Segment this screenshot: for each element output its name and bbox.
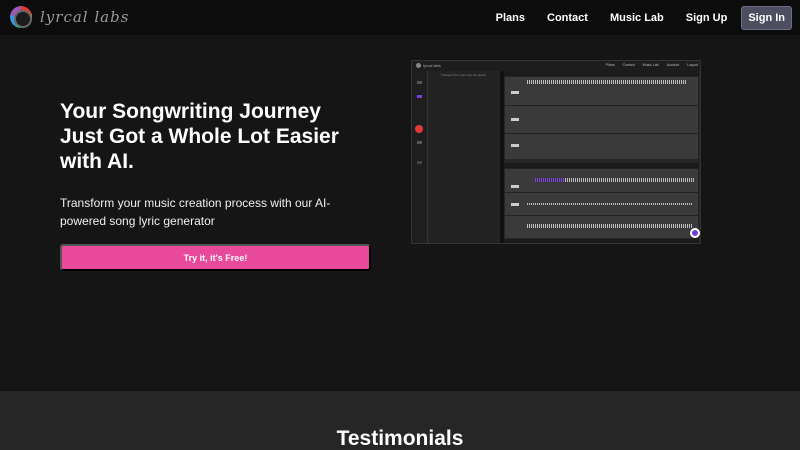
preview-logo-icon [416, 63, 421, 68]
try-free-button[interactable]: Try it, it's Free! [60, 244, 371, 271]
preview-track [505, 168, 698, 192]
preview-footer [504, 239, 699, 243]
preview-waveform-selected [535, 178, 565, 182]
nav-link-music-lab[interactable]: Music Lab [610, 12, 664, 24]
preview-lyrics-panel: Transport the lyrics into the doctor [429, 71, 501, 243]
top-navbar: lyrcal labs Plans Contact Music Lab Sign… [0, 0, 800, 35]
preview-nav-item: Plans [605, 63, 615, 67]
preview-waveform [527, 224, 692, 228]
preview-brand: lyrcal labs [423, 63, 441, 68]
preview-track [505, 76, 698, 105]
preview-track-area [504, 71, 699, 243]
preview-sidebar-icon [417, 161, 422, 164]
preview-track-controls-icon [511, 91, 519, 94]
preview-waveform [527, 80, 687, 84]
preview-track [505, 192, 698, 215]
preview-nav: Plans Contact Music Lab Account Logout [598, 63, 698, 67]
preview-track-controls-icon [511, 144, 519, 147]
nav-link-plans[interactable]: Plans [496, 12, 525, 24]
preview-topbar: lyrcal labs Plans Contact Music Lab Acco… [412, 61, 700, 71]
hero-subtitle: Transform your music creation process wi… [60, 196, 331, 228]
hero-title: Your Songwriting Journey Just Got a Whol… [60, 100, 339, 173]
preview-fab-icon [690, 228, 700, 238]
logo-text: lyrcal labs [40, 8, 130, 26]
nav-links: Plans Contact Music Lab Sign Up Sign In [474, 0, 792, 35]
preview-track-controls-icon [511, 118, 519, 121]
preview-nav-item: Music Lab [642, 63, 659, 67]
preview-nav-item: Logout [687, 63, 698, 67]
preview-track [505, 133, 698, 159]
preview-track-controls-icon [511, 185, 519, 188]
logo[interactable]: lyrcal labs [10, 6, 129, 28]
preview-sidebar-icon [417, 81, 422, 84]
preview-nav-item: Contact [622, 63, 635, 67]
app-preview-screenshot: lyrcal labs Plans Contact Music Lab Acco… [411, 60, 701, 244]
nav-link-sign-up[interactable]: Sign Up [686, 12, 728, 24]
preview-track-controls-icon [511, 203, 519, 206]
sign-in-button[interactable]: Sign In [741, 5, 792, 30]
preview-track [505, 215, 698, 238]
preview-sidebar [412, 71, 428, 243]
preview-sidebar-icon [417, 141, 422, 144]
preview-nav-item: Account [666, 63, 680, 67]
preview-track [505, 105, 698, 133]
nav-link-contact[interactable]: Contact [547, 12, 588, 24]
preview-sidebar-icon [417, 95, 422, 98]
preview-record-icon [415, 125, 423, 133]
preview-panel-text: Transport the lyrics into the doctor [441, 73, 487, 77]
testimonials-heading: Testimonials [336, 427, 464, 450]
preview-waveform [565, 178, 695, 182]
preview-waveform [527, 203, 692, 205]
logo-icon [10, 6, 32, 28]
